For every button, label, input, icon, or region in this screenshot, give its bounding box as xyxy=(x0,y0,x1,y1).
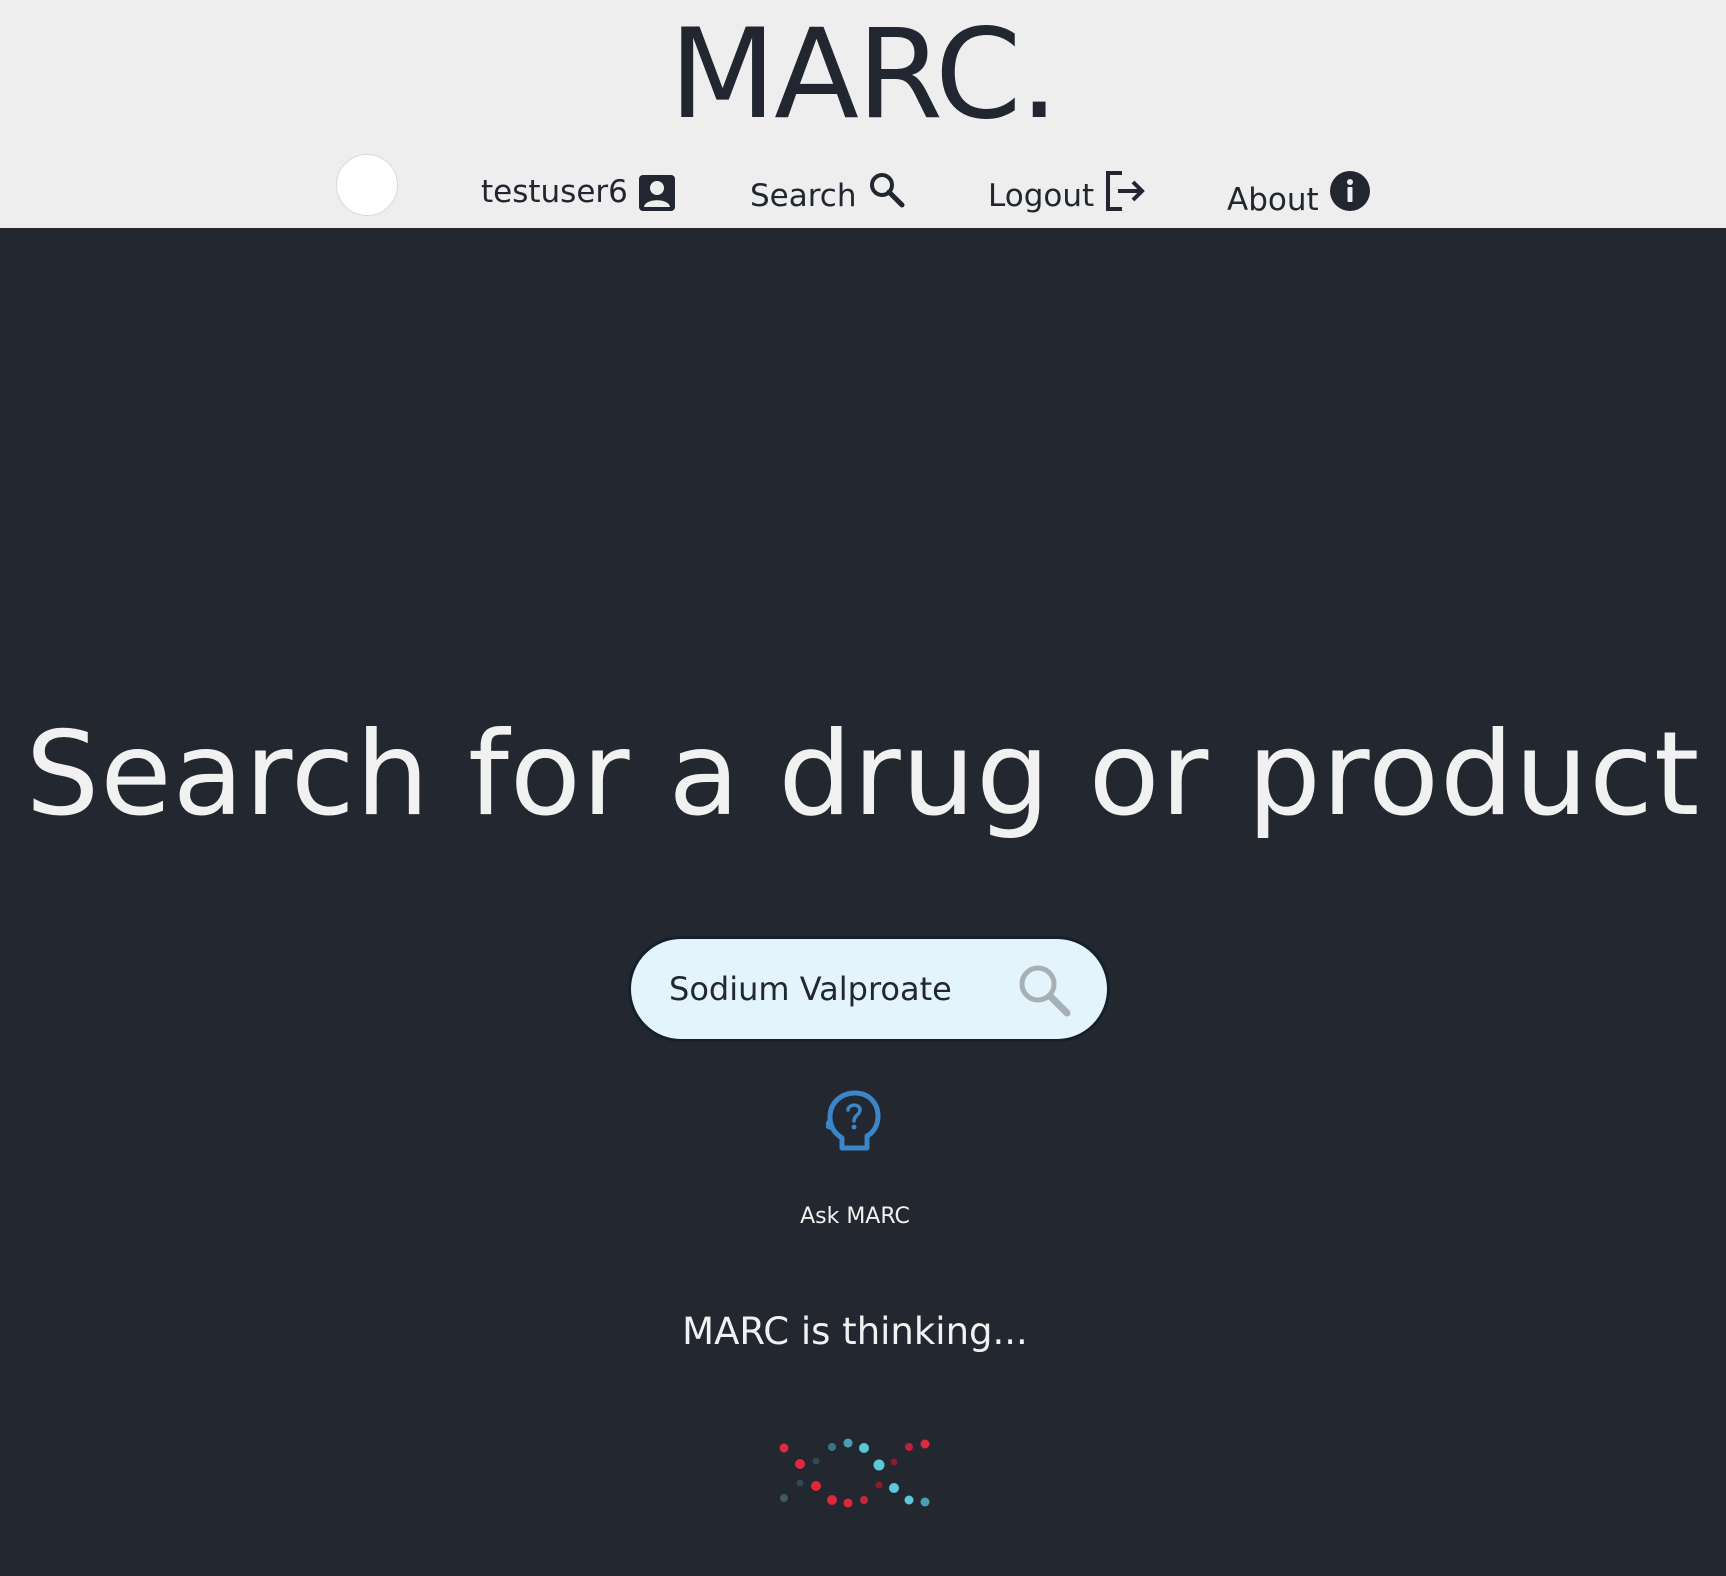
top-header: MARC. testuser6 Search Logout About xyxy=(0,0,1726,228)
loader-dot xyxy=(920,1497,930,1507)
loader-dot xyxy=(812,1457,820,1465)
nav-item-about-label: About xyxy=(1227,182,1319,218)
loader-dot xyxy=(873,1459,885,1471)
logout-icon xyxy=(1106,171,1145,211)
loader-dot xyxy=(843,1438,853,1448)
status-text: MARC is thinking... xyxy=(682,1310,1028,1353)
user-account-icon xyxy=(638,175,675,211)
loader-dot xyxy=(828,1443,836,1451)
nav-item-user[interactable]: testuser6 xyxy=(481,172,676,212)
drug-search-input[interactable] xyxy=(669,961,999,1017)
head-question-icon[interactable] xyxy=(826,1090,882,1152)
search-icon xyxy=(869,173,905,208)
loader-dot xyxy=(780,1494,788,1502)
nav-item-logout-label: Logout xyxy=(988,178,1095,214)
page-title: Search for a drug or product xyxy=(25,707,1701,842)
avatar[interactable] xyxy=(336,154,398,216)
loader-dot xyxy=(795,1459,805,1469)
loader-dot xyxy=(920,1439,930,1449)
drug-search-box xyxy=(628,936,1110,1042)
dna-loading-spinner-icon xyxy=(779,1438,930,1508)
nav-item-user-label: testuser6 xyxy=(481,174,628,210)
loader-dot xyxy=(904,1495,914,1505)
info-icon xyxy=(1329,171,1370,211)
loader-dot xyxy=(905,1443,913,1451)
loader-dot xyxy=(875,1481,883,1489)
site-logo[interactable]: MARC. xyxy=(0,10,1726,140)
loader-dot xyxy=(811,1481,821,1491)
loader-dot xyxy=(859,1443,869,1453)
nav-item-search[interactable]: Search xyxy=(750,170,907,216)
ask-marc-label[interactable]: Ask MARC xyxy=(0,1202,1710,1232)
loader-dot xyxy=(796,1479,804,1487)
nav-item-logout[interactable]: Logout xyxy=(988,170,1148,216)
loader-dot xyxy=(860,1496,868,1504)
nav-item-search-label: Search xyxy=(750,178,857,214)
loader-dot xyxy=(843,1498,853,1508)
loader-dot xyxy=(779,1443,789,1453)
loader-dot xyxy=(827,1495,837,1505)
search-icon[interactable] xyxy=(1013,959,1075,1021)
nav-item-about[interactable]: About xyxy=(1227,170,1371,220)
loader-dot xyxy=(890,1458,898,1466)
loader-dot xyxy=(889,1483,899,1493)
